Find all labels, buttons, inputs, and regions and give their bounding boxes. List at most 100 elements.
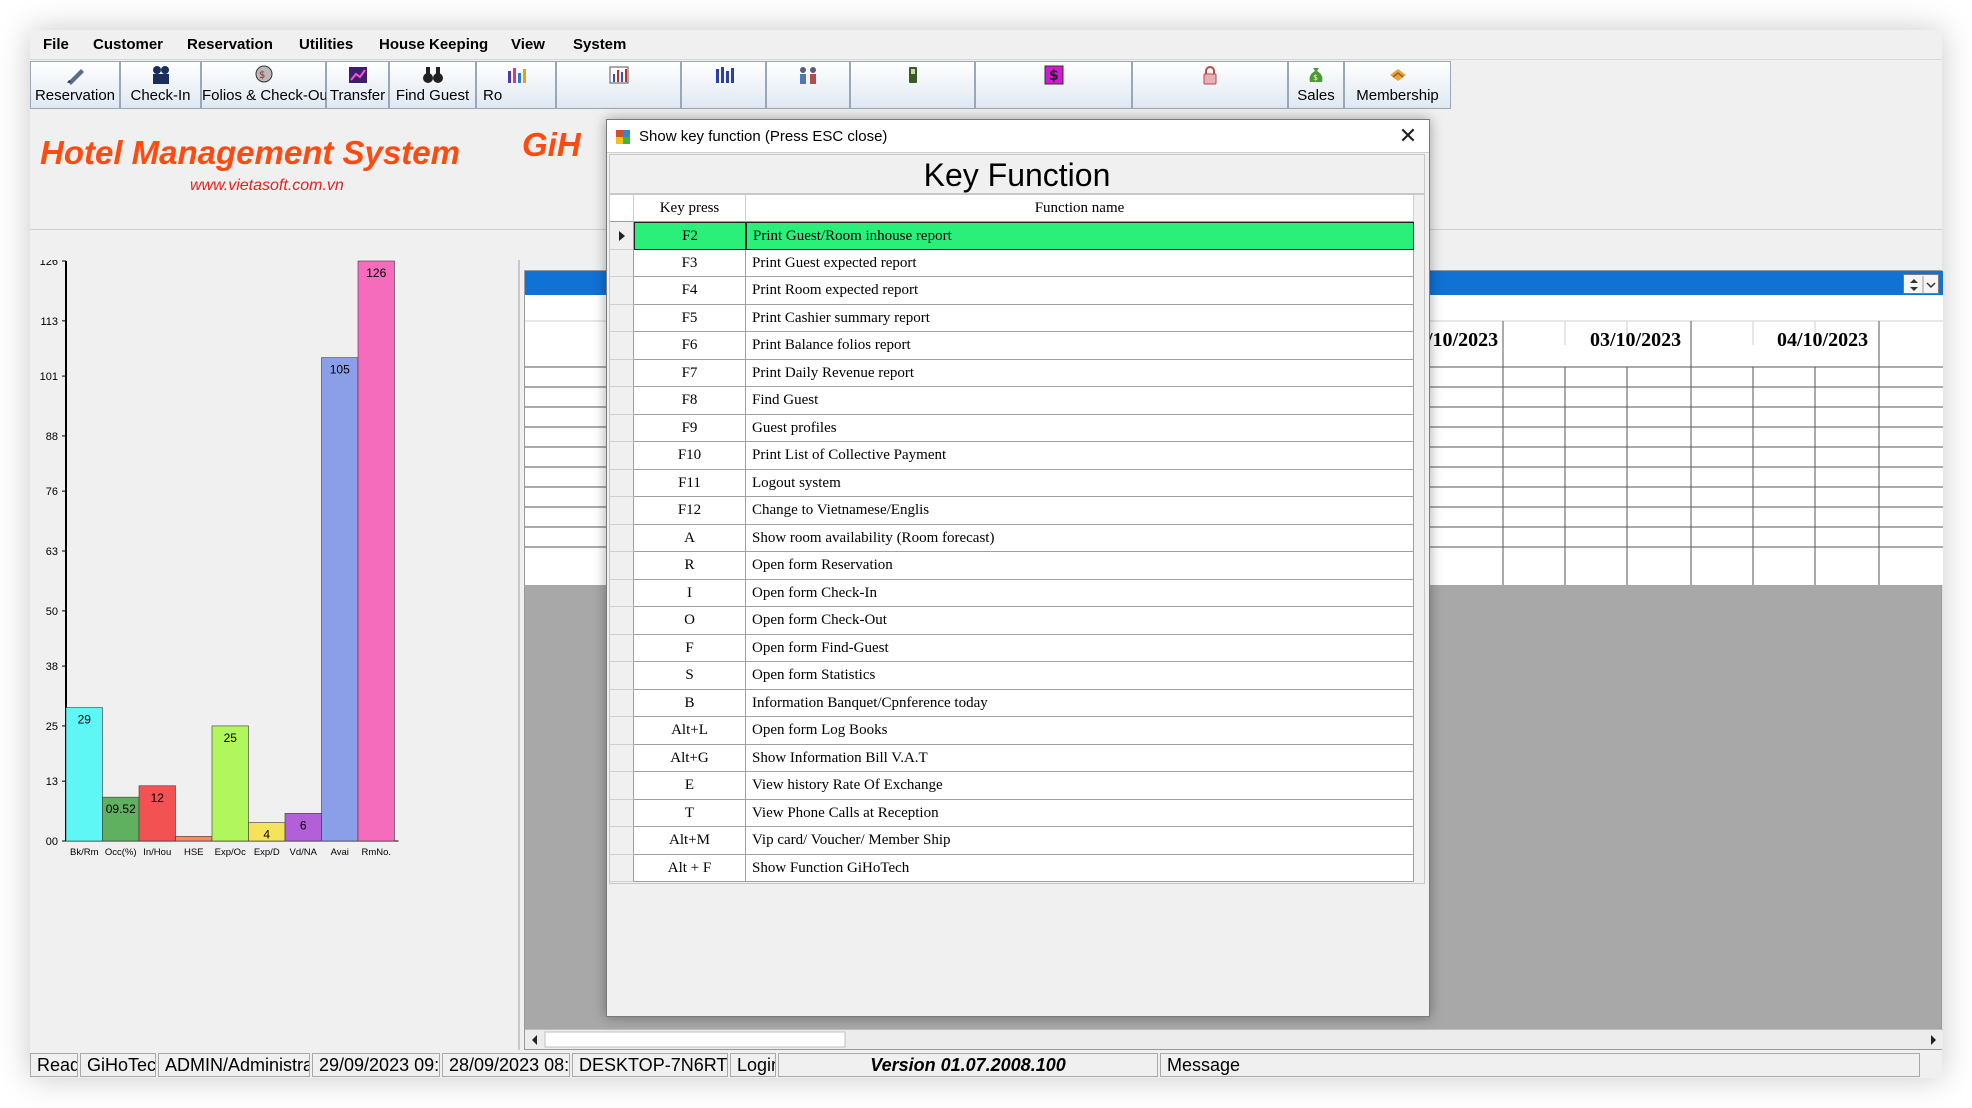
function-name-cell[interactable]: Show room availability (Room forecast) [746, 524, 1414, 552]
menu-house-keeping[interactable]: House Keeping [379, 36, 488, 53]
key-press-cell[interactable]: F6 [634, 332, 746, 360]
transfer-button[interactable]: Transfer [326, 61, 389, 109]
key-press-cell[interactable]: F9 [634, 414, 746, 442]
table-row[interactable]: Alt+L Open form Log Books [610, 717, 1426, 745]
group-button[interactable] [766, 61, 850, 109]
folios-check-out-button[interactable]: $ Folios & Check-Out [201, 61, 332, 109]
key-press-cell[interactable]: F11 [634, 469, 746, 497]
table-row[interactable]: I Open form Check-In [610, 579, 1426, 607]
key-press-cell[interactable]: F12 [634, 497, 746, 525]
key-press-cell[interactable]: F [634, 634, 746, 662]
lock-button[interactable] [1132, 61, 1288, 109]
close-icon[interactable]: ✕ [1393, 122, 1423, 150]
row-selector[interactable] [610, 332, 634, 360]
table-row[interactable]: F11 Logout system [610, 469, 1426, 497]
row-selector[interactable] [610, 744, 634, 772]
function-name-cell[interactable]: Open form Check-Out [746, 607, 1414, 635]
row-selector[interactable] [610, 772, 634, 800]
key-press-cell[interactable]: T [634, 799, 746, 827]
function-name-cell[interactable]: Print List of Collective Payment [746, 442, 1414, 470]
key-press-cell[interactable]: Alt+M [634, 827, 746, 855]
row-selector[interactable] [610, 662, 634, 690]
table-row[interactable]: Alt+M Vip card/ Voucher/ Member Ship [610, 827, 1426, 855]
dollar-button[interactable]: $ [975, 61, 1132, 109]
sales-button[interactable]: $ Sales [1288, 61, 1344, 109]
table-row[interactable]: F2 Print Guest/Room inhouse report [610, 222, 1426, 250]
function-name-cell[interactable]: Print Room expected report [746, 277, 1414, 305]
function-name-cell[interactable]: Open form Reservation [746, 552, 1414, 580]
row-selector[interactable] [610, 607, 634, 635]
key-press-cell[interactable]: F5 [634, 304, 746, 332]
menu-view[interactable]: View [511, 36, 545, 53]
row-selector[interactable] [610, 442, 634, 470]
function-name-cell[interactable]: Guest profiles [746, 414, 1414, 442]
row-selector[interactable] [610, 387, 634, 415]
check-in-button[interactable]: Check-In [120, 61, 201, 109]
table-row[interactable]: A Show room availability (Room forecast) [610, 524, 1426, 552]
function-name-cell[interactable]: Print Cashier summary report [746, 304, 1414, 332]
function-name-cell[interactable]: Print Daily Revenue report [746, 359, 1414, 387]
row-selector[interactable] [610, 524, 634, 552]
key-press-cell[interactable]: F8 [634, 387, 746, 415]
statistics-bar-button[interactable] [556, 61, 681, 109]
row-selector[interactable] [610, 579, 634, 607]
date-spinner[interactable] [1903, 274, 1939, 294]
membership-button[interactable]: Membership [1344, 61, 1451, 109]
key-press-cell[interactable]: I [634, 579, 746, 607]
row-selector[interactable] [610, 552, 634, 580]
table-row[interactable]: O Open form Check-Out [610, 607, 1426, 635]
function-name-cell[interactable]: Print Balance folios report [746, 332, 1414, 360]
key-press-cell[interactable]: E [634, 772, 746, 800]
stats-button[interactable] [681, 61, 766, 109]
reservation-button[interactable]: Reservation [30, 61, 120, 109]
table-row[interactable]: B Information Banquet/Cpnference today [610, 689, 1426, 717]
find-guest-button[interactable]: Find Guest [389, 61, 476, 109]
row-selector[interactable] [610, 717, 634, 745]
horizontal-scrollbar[interactable] [525, 1029, 1943, 1049]
row-selector[interactable] [610, 249, 634, 277]
column-header-key-press[interactable]: Key press [634, 195, 746, 222]
function-name-cell[interactable]: Change to Vietnamese/Englis [746, 497, 1414, 525]
table-row[interactable]: F9 Guest profiles [610, 414, 1426, 442]
function-name-cell[interactable]: Find Guest [746, 387, 1414, 415]
key-press-cell[interactable]: O [634, 607, 746, 635]
key-press-cell[interactable]: R [634, 552, 746, 580]
table-row[interactable]: Alt+G Show Information Bill V.A.T [610, 744, 1426, 772]
row-selector[interactable] [610, 634, 634, 662]
row-selector[interactable] [610, 497, 634, 525]
function-name-cell[interactable]: Print Guest expected report [746, 249, 1414, 277]
function-name-cell[interactable]: Open form Check-In [746, 579, 1414, 607]
phone-button[interactable] [850, 61, 975, 109]
table-row[interactable]: F7 Print Daily Revenue report [610, 359, 1426, 387]
table-row[interactable]: F10 Print List of Collective Payment [610, 442, 1426, 470]
row-selector[interactable] [610, 359, 634, 387]
key-press-cell[interactable]: F2 [634, 222, 746, 250]
row-selector[interactable] [610, 414, 634, 442]
function-name-cell[interactable]: Print Guest/Room inhouse report [746, 222, 1414, 250]
key-press-cell[interactable]: F4 [634, 277, 746, 305]
function-name-cell[interactable]: Open form Find-Guest [746, 634, 1414, 662]
room-button[interactable]: Ro [476, 61, 556, 109]
row-selector[interactable] [610, 222, 634, 250]
row-selector[interactable] [610, 799, 634, 827]
table-row[interactable]: F4 Print Room expected report [610, 277, 1426, 305]
table-row[interactable]: F5 Print Cashier summary report [610, 304, 1426, 332]
key-press-cell[interactable]: A [634, 524, 746, 552]
table-row[interactable]: F Open form Find-Guest [610, 634, 1426, 662]
menu-reservation[interactable]: Reservation [187, 36, 273, 53]
row-selector[interactable] [610, 469, 634, 497]
menu-utilities[interactable]: Utilities [299, 36, 353, 53]
function-name-cell[interactable]: Open form Log Books [746, 717, 1414, 745]
row-selector[interactable] [610, 827, 634, 855]
table-row[interactable]: Alt + F Show Function GiHoTech [610, 854, 1426, 882]
table-row[interactable]: T View Phone Calls at Reception [610, 799, 1426, 827]
menu-customer[interactable]: Customer [93, 36, 163, 53]
column-header-function-name[interactable]: Function name [746, 195, 1414, 222]
function-name-cell[interactable]: Information Banquet/Cpnference today [746, 689, 1414, 717]
table-row[interactable]: F6 Print Balance folios report [610, 332, 1426, 360]
function-name-cell[interactable]: Logout system [746, 469, 1414, 497]
table-row[interactable]: F3 Print Guest expected report [610, 249, 1426, 277]
table-row[interactable]: F12 Change to Vietnamese/Englis [610, 497, 1426, 525]
row-selector[interactable] [610, 689, 634, 717]
function-name-cell[interactable]: View Phone Calls at Reception [746, 799, 1414, 827]
